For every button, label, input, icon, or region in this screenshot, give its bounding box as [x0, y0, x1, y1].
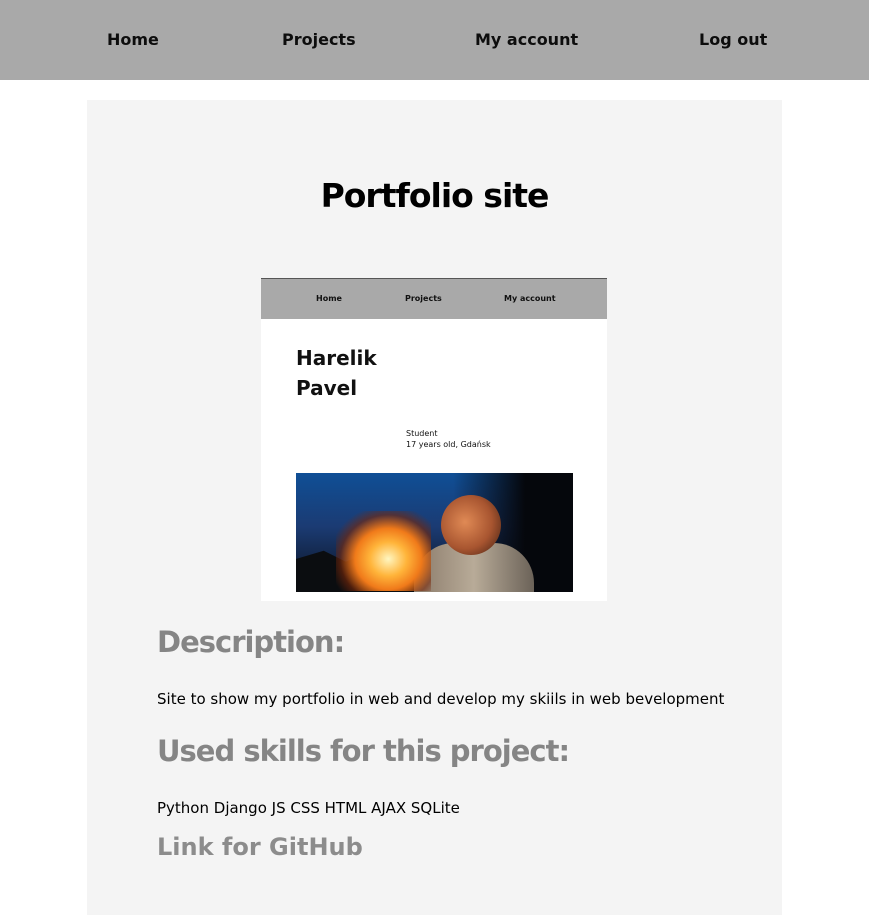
preview-role: Student — [406, 429, 438, 438]
preview-nav-projects: Projects — [405, 294, 442, 303]
preview-nav-my-account: My account — [504, 294, 556, 303]
photo-person-face — [441, 495, 501, 555]
preview-age-city: 17 years old, Gdańsk — [406, 440, 491, 449]
description-heading: Description: — [157, 625, 345, 659]
preview-navigation: Home Projects My account — [261, 279, 607, 319]
photo-campfire — [336, 511, 431, 591]
preview-campfire-photo — [296, 473, 573, 592]
description-text: Site to show my portfolio in web and dev… — [157, 690, 725, 708]
github-link[interactable]: Link for GitHub — [157, 832, 363, 862]
skills-text: Python Django JS CSS HTML AJAX SQLite — [157, 799, 460, 817]
top-navigation: Home Projects My account Log out — [0, 0, 869, 80]
nav-log-out-link[interactable]: Log out — [699, 30, 767, 50]
nav-my-account-link[interactable]: My account — [475, 30, 578, 50]
skills-heading: Used skills for this project: — [157, 734, 570, 768]
nav-home-link[interactable]: Home — [107, 30, 159, 50]
nav-projects-link[interactable]: Projects — [282, 30, 356, 50]
project-screenshot[interactable]: Home Projects My account Harelik Pavel S… — [261, 278, 607, 601]
project-title: Portfolio site — [320, 176, 550, 215]
preview-nav-home: Home — [316, 294, 342, 303]
preview-first-name: Harelik — [296, 346, 377, 370]
preview-last-name: Pavel — [296, 376, 358, 400]
